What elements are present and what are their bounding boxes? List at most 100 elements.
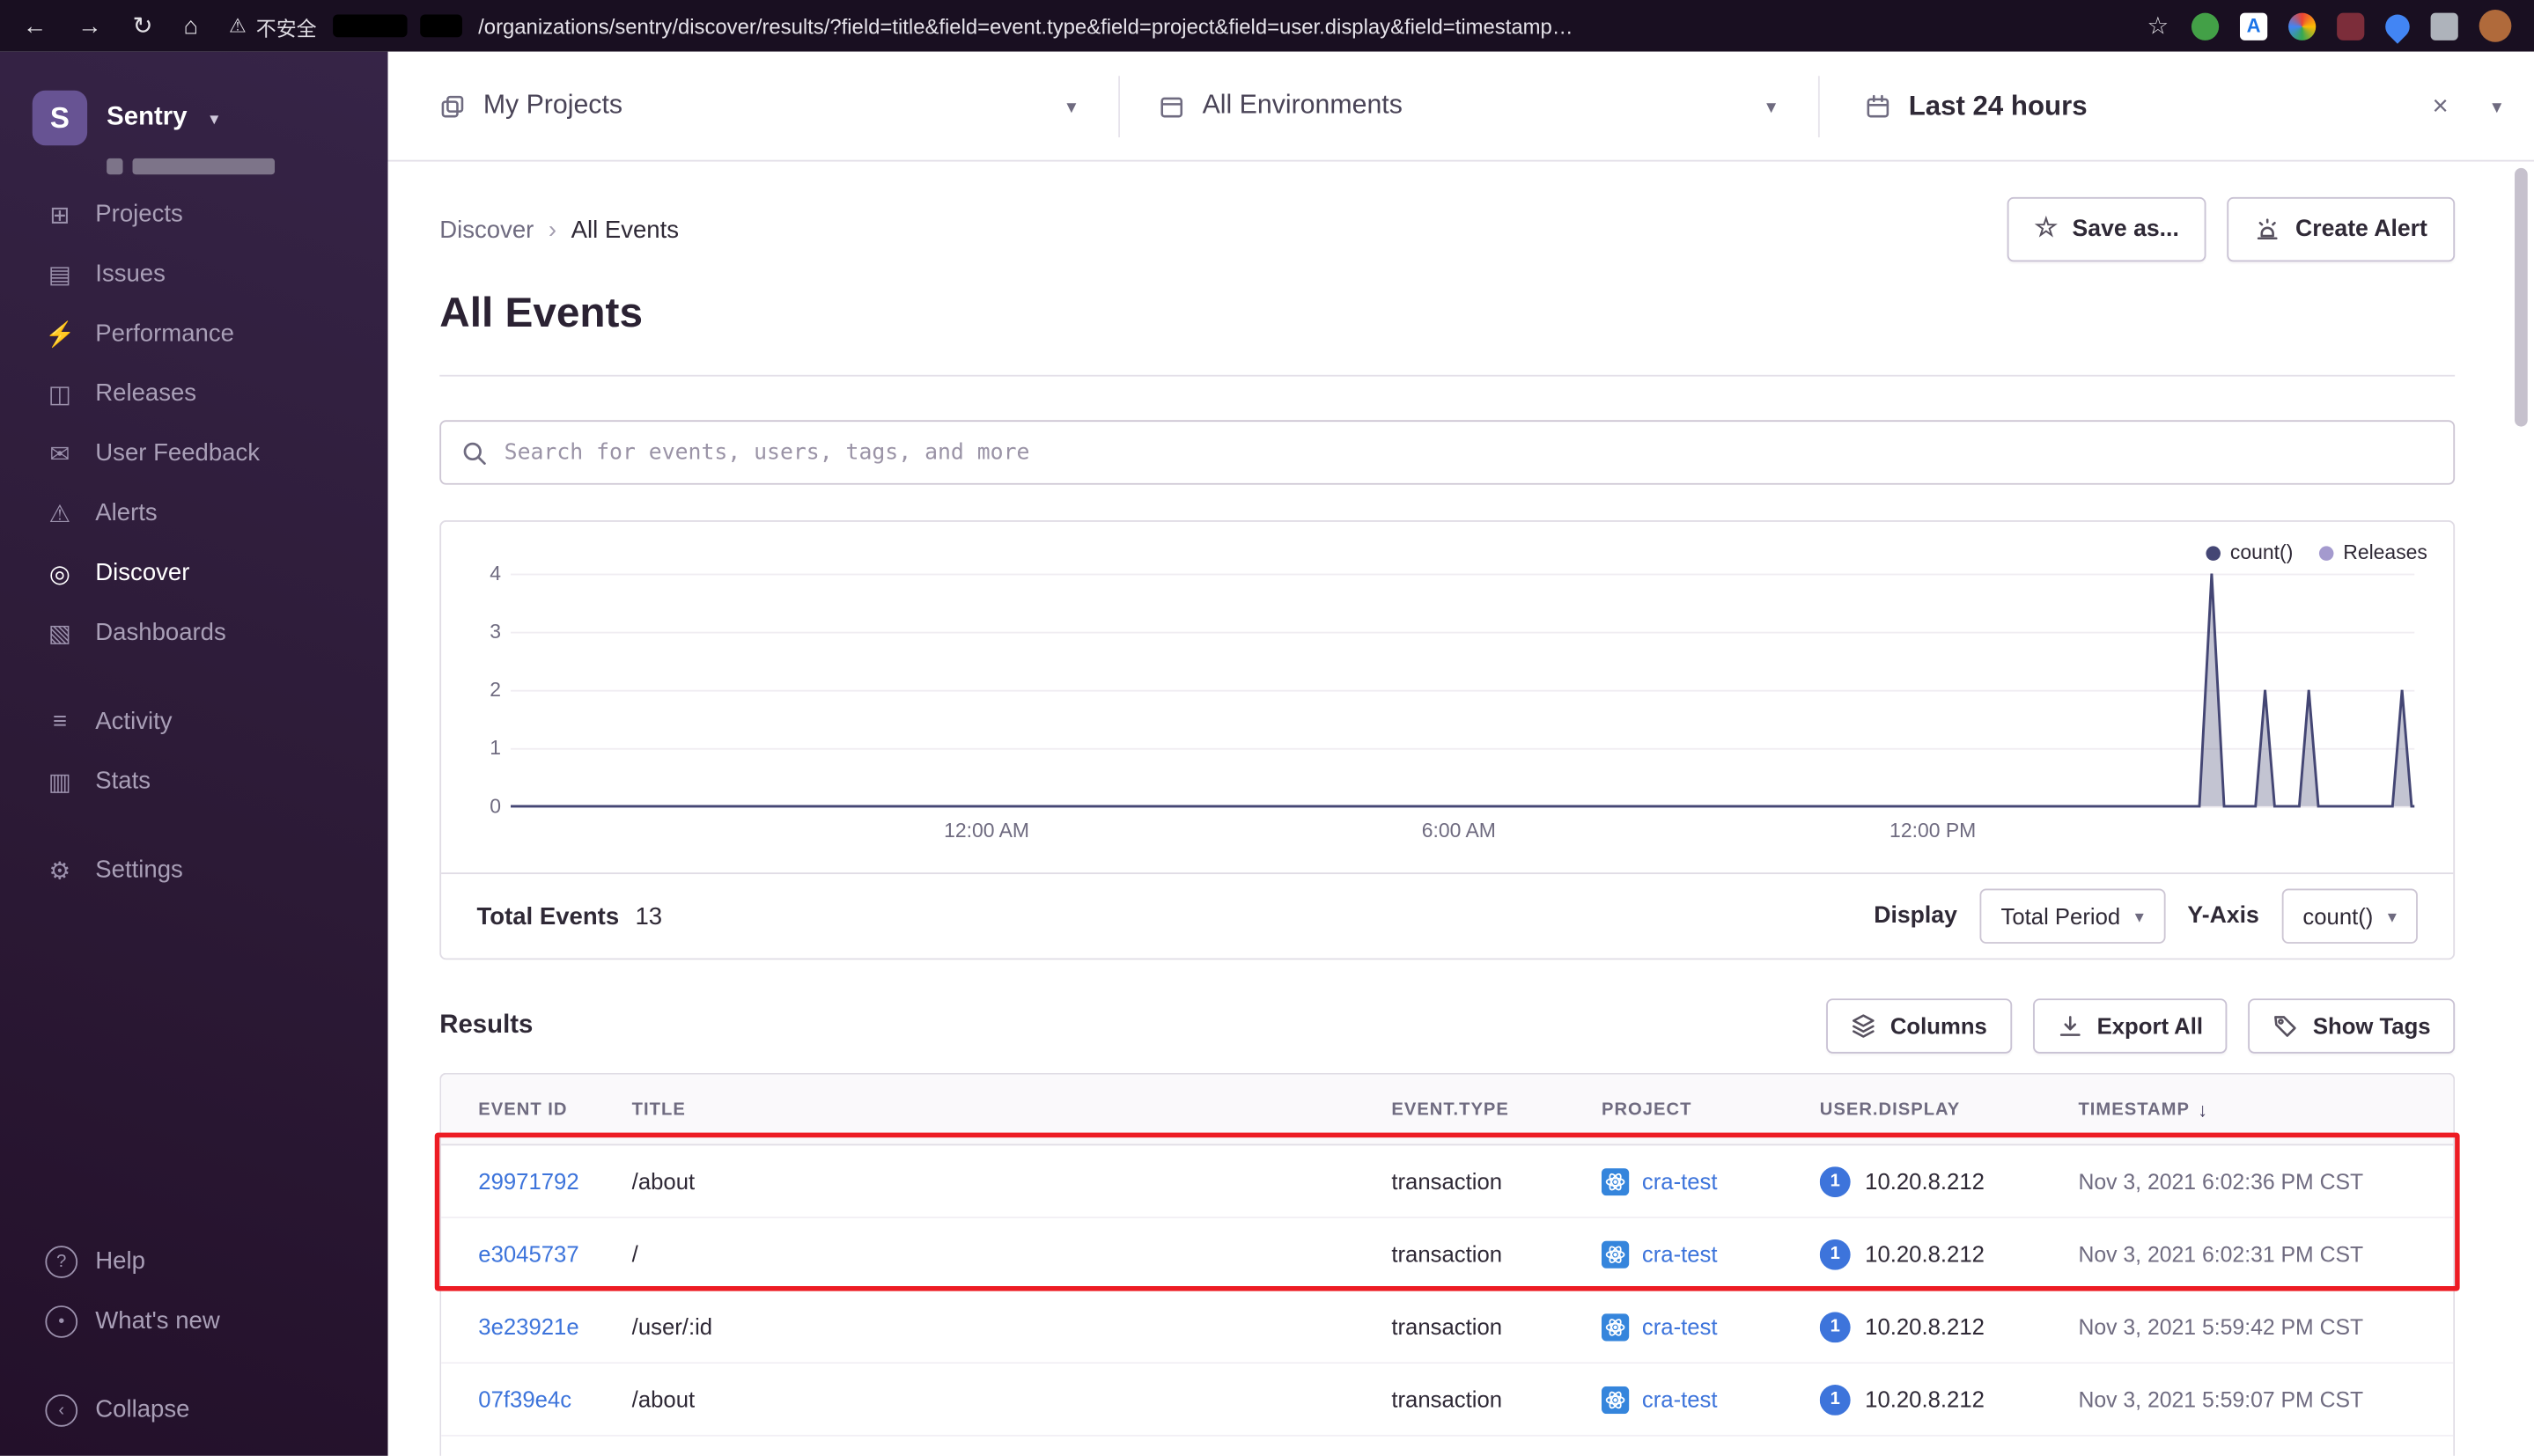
- org-switcher[interactable]: S Sentry ▾: [0, 90, 388, 146]
- screenshot-viewport: ← → ↻ ⌂ ⚠ 不安全 /organizations/sentry/disc…: [0, 0, 2534, 1456]
- legend-item[interactable]: Releases: [2318, 541, 2427, 564]
- map-pin-extension-icon[interactable]: [2380, 8, 2415, 43]
- chevron-down-icon[interactable]: ▾: [1766, 94, 1776, 117]
- user-avatar: 1: [1819, 1311, 1851, 1342]
- sidebar-item-settings[interactable]: ⚙ Settings: [0, 840, 388, 900]
- puzzle-extension-icon[interactable]: [2430, 11, 2458, 40]
- clear-date-filter-icon[interactable]: ×: [2432, 90, 2448, 122]
- col-header-title[interactable]: TITLE: [632, 1099, 1392, 1119]
- date-range-value: Last 24 hours: [1908, 89, 2088, 121]
- user-display-cell: 1 10.20.8.212: [1819, 1238, 2079, 1269]
- page-scrollbar[interactable]: [2515, 167, 2528, 427]
- browser-forward-icon[interactable]: →: [77, 12, 102, 40]
- grammarly-extension-icon[interactable]: [2191, 11, 2220, 40]
- sort-desc-icon: ↓: [2198, 1098, 2209, 1121]
- table-row[interactable]: cra-test 1 10.20.8.212: [441, 1436, 2454, 1456]
- export-all-button[interactable]: Export All: [2032, 998, 2228, 1054]
- date-range-filter[interactable]: Last 24 hours × ▾: [1820, 52, 2534, 160]
- sidebar-item-projects[interactable]: ⊞ Projects: [0, 184, 388, 244]
- user-ip: 10.20.8.212: [1865, 1168, 1985, 1195]
- site-security-indicator[interactable]: ⚠ 不安全: [229, 11, 317, 41]
- table-row[interactable]: 3e23921e /user/:id transaction cra-test …: [441, 1291, 2454, 1364]
- tag-icon: [2272, 1013, 2298, 1039]
- user-display-cell: 1 10.20.8.212: [1819, 1311, 2079, 1342]
- extension-icon[interactable]: [2337, 11, 2365, 40]
- display-dropdown[interactable]: Total Period ▾: [1979, 888, 2165, 944]
- settings-icon: ⚙: [48, 857, 71, 885]
- page-content: Discover › All Events ☆ Save as... Creat…: [388, 162, 2534, 1456]
- search-input[interactable]: [504, 439, 2435, 466]
- sidebar-item-activity[interactable]: ≡ Activity: [0, 692, 388, 752]
- project-filter[interactable]: My Projects ▾: [388, 52, 1119, 160]
- save-as-label: Save as...: [2072, 216, 2179, 243]
- export-all-label: Export All: [2096, 1012, 2204, 1040]
- bookmark-star-icon[interactable]: ☆: [2147, 11, 2169, 40]
- event-title: /user/:id: [631, 1313, 713, 1340]
- event-id-link[interactable]: 3e23921e: [478, 1313, 631, 1339]
- legend-item[interactable]: count(): [2206, 541, 2293, 564]
- browser-refresh-icon[interactable]: ↻: [133, 11, 153, 40]
- breadcrumb: Discover › All Events: [439, 216, 679, 243]
- sidebar-item-collapse[interactable]: ‹ Collapse: [0, 1380, 388, 1440]
- event-id-link[interactable]: 29971792: [478, 1168, 631, 1194]
- project-link[interactable]: cra-test: [1642, 1168, 1718, 1194]
- display-dropdown-value: Total Period: [2000, 903, 2121, 930]
- breadcrumb-discover-link[interactable]: Discover: [439, 216, 534, 243]
- col-header-event-id[interactable]: EVENT ID: [478, 1099, 631, 1119]
- sidebar-item-label: Alerts: [95, 499, 158, 527]
- translate-extension-icon[interactable]: A: [2240, 11, 2268, 40]
- sidebar-item-dashboards[interactable]: ▧ Dashboards: [0, 603, 388, 663]
- sidebar-item-label: What's new: [95, 1306, 220, 1335]
- y-axis-dropdown[interactable]: count() ▾: [2281, 888, 2418, 944]
- search-bar[interactable]: [439, 420, 2456, 485]
- chevron-down-icon[interactable]: ▾: [1066, 94, 1076, 117]
- show-tags-label: Show Tags: [2312, 1012, 2431, 1040]
- sidebar-item-releases[interactable]: ◫ Releases: [0, 364, 388, 423]
- browser-profile-avatar[interactable]: [2479, 10, 2512, 42]
- table-row[interactable]: 07f39e4c /about transaction cra-test 1 1…: [441, 1364, 2454, 1437]
- page-title: All Events: [439, 287, 644, 336]
- table-row[interactable]: e3045737 / transaction cra-test 1 10.20.…: [441, 1217, 2454, 1291]
- col-header-user-display[interactable]: USER.DISPLAY: [1820, 1099, 2079, 1119]
- create-alert-button[interactable]: Create Alert: [2227, 196, 2456, 262]
- event-title: /about: [631, 1386, 696, 1413]
- y-axis-tick-label: 1: [490, 736, 502, 760]
- show-tags-button[interactable]: Show Tags: [2248, 998, 2456, 1054]
- browser-home-icon[interactable]: ⌂: [183, 12, 198, 40]
- chart-plot-area: 0 1 2 3 4 12:00 AM 6:00 AM 12:00 PM: [490, 563, 2415, 842]
- project-cell: cra-test: [1601, 1167, 1820, 1195]
- event-id-link[interactable]: e3045737: [478, 1241, 631, 1267]
- save-as-button[interactable]: ☆ Save as...: [2007, 196, 2207, 262]
- sidebar-item-whats-new[interactable]: • What's new: [0, 1291, 388, 1351]
- table-row[interactable]: 29971792 /about transaction cra-test 1 1…: [441, 1145, 2454, 1218]
- divider: [439, 374, 2456, 377]
- sidebar-item-user-feedback[interactable]: ✉ User Feedback: [0, 423, 388, 483]
- address-bar[interactable]: /organizations/sentry/discover/results/?…: [478, 14, 2137, 39]
- react-project-icon: [1601, 1167, 1630, 1195]
- sidebar-item-stats[interactable]: ▥ Stats: [0, 752, 388, 812]
- col-header-event-type[interactable]: EVENT.TYPE: [1391, 1099, 1602, 1119]
- legend-dot: [2318, 545, 2334, 561]
- y-axis-tick-label: 2: [490, 678, 502, 702]
- sidebar-item-performance[interactable]: ⚡ Performance: [0, 304, 388, 364]
- sidebar-item-issues[interactable]: ▤ Issues: [0, 244, 388, 304]
- col-header-project[interactable]: PROJECT: [1602, 1099, 1820, 1119]
- sidebar-nav: ⊞ Projects ▤ Issues ⚡ Performance ◫ Rele…: [0, 184, 388, 900]
- events-chart-panel: count() Releases 0 1 2 3 4 12:00 AM 6:00 AM 12:0…: [439, 520, 2456, 960]
- environment-filter[interactable]: All Environments ▾: [1120, 52, 1818, 160]
- breadcrumb-current: All Events: [571, 216, 680, 244]
- columns-label: Columns: [1889, 1012, 1987, 1040]
- project-link[interactable]: cra-test: [1642, 1386, 1718, 1412]
- sidebar-item-discover[interactable]: ◎ Discover: [0, 543, 388, 603]
- event-id-link[interactable]: 07f39e4c: [478, 1386, 631, 1412]
- redacted-url-segment: [332, 14, 408, 38]
- browser-back-icon[interactable]: ←: [23, 12, 48, 40]
- sidebar-item-help[interactable]: ? Help: [0, 1232, 388, 1291]
- project-link[interactable]: cra-test: [1642, 1313, 1718, 1339]
- chevron-down-icon[interactable]: ▾: [2492, 94, 2501, 117]
- columns-button[interactable]: Columns: [1825, 998, 2012, 1054]
- sidebar-item-alerts[interactable]: ⚠ Alerts: [0, 483, 388, 543]
- col-header-timestamp[interactable]: TIMESTAMP ↓: [2078, 1098, 2414, 1121]
- project-link[interactable]: cra-test: [1642, 1241, 1718, 1267]
- extension-icon[interactable]: [2288, 11, 2317, 40]
